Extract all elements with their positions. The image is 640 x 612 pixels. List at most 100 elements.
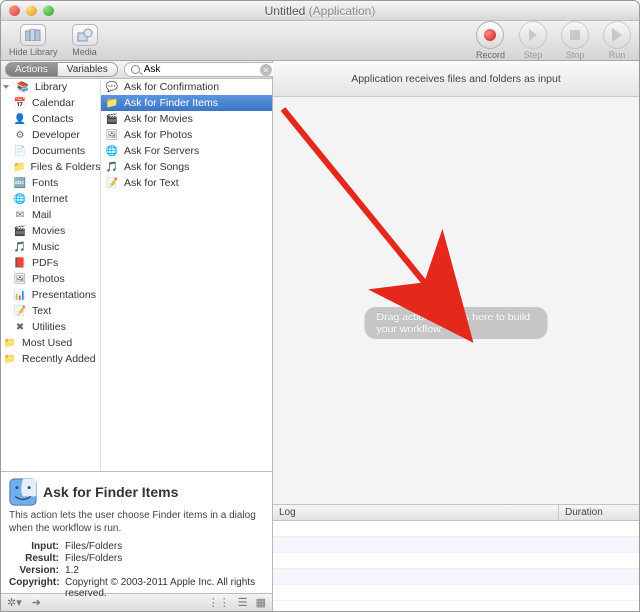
- toolbar-run[interactable]: Run: [603, 21, 631, 60]
- info-copyright-key: Copyright:: [9, 577, 65, 599]
- toolbar-media[interactable]: Media: [72, 24, 98, 57]
- sidebar-item-contacts[interactable]: 👤Contacts: [1, 111, 100, 127]
- sidebar-item-utilities[interactable]: ✖Utilities: [1, 319, 100, 335]
- window-title: Untitled (Application): [265, 4, 376, 18]
- tab-variables[interactable]: Variables: [58, 62, 118, 77]
- title-document: Untitled: [265, 4, 306, 18]
- action-label: Ask for Finder Items: [124, 97, 218, 109]
- workflow-canvas[interactable]: Drag actions or files here to build your…: [273, 97, 639, 504]
- action-ask-for-songs[interactable]: 🎵 Ask for Songs: [101, 159, 272, 175]
- search-input[interactable]: [144, 64, 256, 75]
- toolbar-step[interactable]: Step: [519, 21, 547, 60]
- sidebar-item-fonts[interactable]: 🔤Fonts: [1, 175, 100, 191]
- workflow-area: Application receives files and folders a…: [273, 61, 639, 611]
- actions-list[interactable]: 💬 Ask for Confirmation 📁 Ask for Finder Ite…: [101, 79, 272, 471]
- library-sidebar[interactable]: 📚 Library 📅 Calendar 👤Contacts⚙Developer📄D…: [1, 79, 101, 471]
- sidebar-item-label: Documents: [32, 145, 85, 157]
- sidebar-item-label: Mail: [32, 209, 51, 221]
- action-info: Ask for Finder Items This action lets th…: [1, 471, 272, 593]
- action-label: Ask for Songs: [124, 161, 189, 173]
- workflow-input-bar[interactable]: Application receives files and folders a…: [273, 61, 639, 97]
- stop-icon: [561, 21, 589, 49]
- tab-actions[interactable]: Actions: [5, 62, 58, 77]
- action-icon: 🌐: [105, 145, 119, 157]
- sidebar-item-developer[interactable]: ⚙Developer: [1, 127, 100, 143]
- sidebar-item-presentations[interactable]: 📊 Presentations: [1, 287, 100, 303]
- sidebar-item-movies[interactable]: 🎬Movies: [1, 223, 100, 239]
- sidebar-item-pdfs[interactable]: 📕PDFs: [1, 255, 100, 271]
- sidebar-item-text[interactable]: 📝 Text: [1, 303, 100, 319]
- clear-search-button[interactable]: ×: [260, 64, 272, 76]
- log-col-duration[interactable]: Duration: [559, 505, 639, 520]
- sidebar-item-label: Presentations: [32, 289, 96, 301]
- info-description: This action lets the user choose Finder …: [9, 510, 264, 535]
- sidebar-item-label: Calendar: [32, 97, 75, 109]
- sidebar-item-internet[interactable]: 🌐Internet: [1, 191, 100, 207]
- category-icon: 🎬: [13, 225, 27, 237]
- sidebar-item-calendar[interactable]: 📅 Calendar: [1, 95, 100, 111]
- action-label: Ask for Confirmation: [124, 81, 219, 93]
- info-version-key: Version:: [9, 565, 65, 576]
- action-ask-for-photos[interactable]: 🖼Ask for Photos: [101, 127, 272, 143]
- sidebar-item-mail[interactable]: ✉ Mail: [1, 207, 100, 223]
- info-input-val: Files/Folders: [65, 541, 264, 552]
- category-icon: 📅: [13, 97, 27, 109]
- log-col-log[interactable]: Log: [273, 505, 559, 520]
- toolbar-stop[interactable]: Stop: [561, 21, 589, 60]
- toolbar: Hide Library Media Record Step Stop: [1, 21, 639, 61]
- library-panes: 📚 Library 📅 Calendar 👤Contacts⚙Developer📄D…: [1, 79, 272, 471]
- sidebar-item-files-folders[interactable]: 📁Files & Folders: [1, 159, 100, 175]
- toolbar-run-label: Run: [609, 50, 626, 60]
- log-body[interactable]: [273, 521, 639, 611]
- action-label: Ask for Text: [124, 177, 179, 189]
- category-icon: 📕: [13, 257, 27, 269]
- sidebar-item-documents[interactable]: 📄Documents: [1, 143, 100, 159]
- sidebar-smart-recently-added[interactable]: 📁Recently Added: [1, 351, 100, 367]
- action-icon: 📝: [105, 177, 119, 189]
- sidebar-item-label: Photos: [32, 273, 65, 285]
- minimize-window-button[interactable]: [26, 5, 37, 16]
- library-root-label: Library: [35, 81, 67, 93]
- action-icon: 🖼: [105, 129, 119, 141]
- action-ask-for-finder-items[interactable]: 📁 Ask for Finder Items: [101, 95, 272, 111]
- category-icon: 📝: [13, 305, 27, 317]
- action-icon: 💬: [105, 81, 119, 93]
- action-icon: 📁: [105, 97, 119, 109]
- category-icon: 🎵: [13, 241, 27, 253]
- record-icon: [476, 21, 504, 49]
- sidebar-item-label: Files & Folders: [30, 161, 100, 173]
- action-icon: 🎵: [105, 161, 119, 173]
- info-title: Ask for Finder Items: [43, 484, 178, 500]
- workflow-input-label: Application receives files and folders a…: [351, 73, 561, 85]
- workflow-drop-hint: Drag actions or files here to build your…: [365, 307, 548, 339]
- category-icon: 👤: [13, 113, 27, 125]
- action-ask-for-movies[interactable]: 🎬Ask for Movies: [101, 111, 272, 127]
- sidebar-item-label: Utilities: [32, 321, 66, 333]
- category-icon: 📊: [13, 289, 27, 301]
- sidebar-item-label: Text: [32, 305, 51, 317]
- category-icon: ✉: [13, 209, 27, 221]
- search-icon: [131, 65, 140, 74]
- sidebar-smart-most-used[interactable]: 📁Most Used: [1, 335, 100, 351]
- app-window: Untitled (Application) Hide Library Medi…: [0, 0, 640, 612]
- toolbar-hide-library[interactable]: Hide Library: [9, 24, 58, 57]
- search-field[interactable]: ×: [124, 62, 279, 77]
- close-window-button[interactable]: [9, 5, 20, 16]
- info-input-key: Input:: [9, 541, 65, 552]
- zoom-window-button[interactable]: [43, 5, 54, 16]
- title-kind: (Application): [309, 4, 376, 18]
- info-result-val: Files/Folders: [65, 553, 264, 564]
- action-ask-for-text[interactable]: 📝 Ask for Text: [101, 175, 272, 191]
- sidebar-item-label: Recently Added: [22, 353, 96, 365]
- sidebar-item-photos[interactable]: 🖼Photos: [1, 271, 100, 287]
- action-label: Ask For Servers: [124, 145, 199, 157]
- sidebar-item-music[interactable]: 🎵Music: [1, 239, 100, 255]
- library-column: Actions Variables × 📚 Library: [1, 61, 273, 611]
- disclosure-icon: [3, 85, 9, 89]
- library-root[interactable]: 📚 Library: [1, 79, 100, 95]
- action-ask-for-confirmation[interactable]: 💬 Ask for Confirmation: [101, 79, 272, 95]
- toolbar-record-label: Record: [476, 50, 505, 60]
- info-version-val: 1.2: [65, 565, 264, 576]
- action-ask-for-servers[interactable]: 🌐 Ask For Servers: [101, 143, 272, 159]
- toolbar-record[interactable]: Record: [476, 21, 505, 60]
